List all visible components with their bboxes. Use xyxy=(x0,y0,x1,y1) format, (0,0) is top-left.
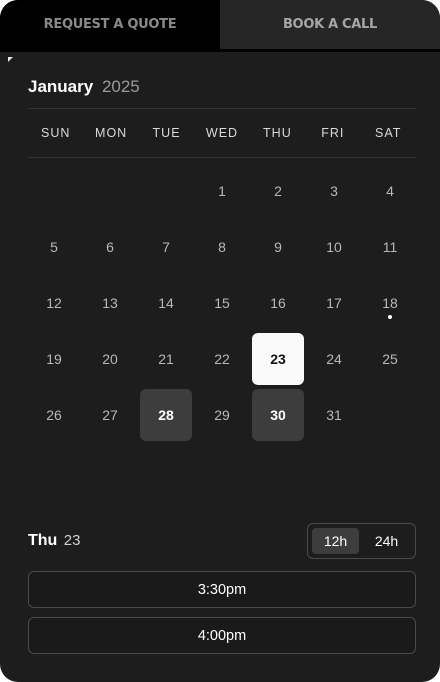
day-cell: 6 xyxy=(84,221,136,273)
toggle-24h-button[interactable]: 24h xyxy=(363,528,410,554)
day-number: 5 xyxy=(50,239,58,255)
weekday-label: SUN xyxy=(41,126,71,140)
day-number: 1 xyxy=(218,183,226,199)
tab-request-quote[interactable]: REQUEST A QUOTE xyxy=(0,0,220,49)
selected-day-button[interactable]: 23 xyxy=(252,333,304,385)
day-number: 2 xyxy=(274,183,282,199)
day-cell: 29 xyxy=(196,389,248,441)
day-number: 31 xyxy=(326,407,342,423)
day-number: 21 xyxy=(158,351,174,367)
day-cell: 8 xyxy=(196,221,248,273)
divider xyxy=(28,157,416,158)
day-cell: 21 xyxy=(140,333,192,385)
day-number: 10 xyxy=(326,239,342,255)
day-number: 22 xyxy=(214,351,230,367)
weekday-label: TUE xyxy=(152,126,181,140)
day-number: 18 xyxy=(382,295,398,311)
day-number: 23 xyxy=(270,351,286,367)
day-number: 7 xyxy=(162,239,170,255)
month-year: 2025 xyxy=(101,77,140,96)
day-number: 9 xyxy=(274,239,282,255)
toggle-12h-button[interactable]: 12h xyxy=(312,528,359,554)
day-cell: 20 xyxy=(84,333,136,385)
tab-book-call[interactable]: BOOK A CALL xyxy=(220,0,440,49)
day-number: 17 xyxy=(326,295,342,311)
day-number: 25 xyxy=(382,351,398,367)
day-cell: 22 xyxy=(196,333,248,385)
day-cell: 14 xyxy=(140,277,192,329)
day-number: 29 xyxy=(214,407,230,423)
time-slot-button[interactable]: 3:30pm xyxy=(28,571,416,608)
day-cell: 16 xyxy=(252,277,304,329)
selected-date-label: Thu 23 xyxy=(28,532,80,550)
day-number: 28 xyxy=(158,407,174,423)
weekday-label: MON xyxy=(95,126,128,140)
day-cell: 10 xyxy=(308,221,360,273)
day-cell: 26 xyxy=(28,389,80,441)
weekday-label: SAT xyxy=(375,126,402,140)
day-number: 11 xyxy=(382,239,398,255)
day-cell: 11 xyxy=(364,221,416,273)
day-cell: 17 xyxy=(308,277,360,329)
month-heading: January 2025 xyxy=(28,77,140,97)
day-number: 15 xyxy=(214,295,230,311)
day-number: 13 xyxy=(102,295,118,311)
day-cell: 1 xyxy=(196,165,248,217)
day-number: 19 xyxy=(46,351,62,367)
time-format-toggle: 12h 24h xyxy=(307,523,416,559)
day-number: 4 xyxy=(386,183,394,199)
day-cell: 24 xyxy=(308,333,360,385)
today-dot-icon xyxy=(388,315,392,319)
day-number: 12 xyxy=(46,295,62,311)
day-cell: 4 xyxy=(364,165,416,217)
divider xyxy=(28,108,416,109)
day-cell: 7 xyxy=(140,221,192,273)
available-day-button[interactable]: 30 xyxy=(252,389,304,441)
tab-bar: REQUEST A QUOTE BOOK A CALL xyxy=(0,0,440,52)
day-number: 20 xyxy=(102,351,118,367)
day-cell: 13 xyxy=(84,277,136,329)
weekday-header: SUN MON TUE WED THU FRI SAT xyxy=(28,126,416,140)
weekday-label: FRI xyxy=(321,126,345,140)
day-cell: 18 xyxy=(364,277,416,329)
day-number: 30 xyxy=(270,407,286,423)
day-number: 6 xyxy=(106,239,114,255)
day-number: 24 xyxy=(326,351,342,367)
day-cell: 15 xyxy=(196,277,248,329)
available-day-button[interactable]: 28 xyxy=(140,389,192,441)
day-cell: 9 xyxy=(252,221,304,273)
selected-weekday: Thu xyxy=(28,532,58,549)
day-cell: 5 xyxy=(28,221,80,273)
day-number: 27 xyxy=(102,407,118,423)
day-cell: 3 xyxy=(308,165,360,217)
booking-card: REQUEST A QUOTE BOOK A CALL January 2025… xyxy=(0,0,440,682)
weekday-label: THU xyxy=(263,126,292,140)
time-slot-button[interactable]: 4:00pm xyxy=(28,617,416,654)
day-cell: 27 xyxy=(84,389,136,441)
month-name: January xyxy=(28,77,94,96)
day-cell: 31 xyxy=(308,389,360,441)
day-number: 26 xyxy=(46,407,62,423)
day-number: 14 xyxy=(158,295,174,311)
calendar-grid: 1 2 3 4 5 6 7 8 9 10 11 12 13 14 15 16 17 18 19 20 21 22 23 24 2… xyxy=(28,165,420,441)
corner-marker-icon xyxy=(8,57,13,62)
day-number: 16 xyxy=(270,295,286,311)
day-cell: 19 xyxy=(28,333,80,385)
day-cell: 2 xyxy=(252,165,304,217)
day-number: 8 xyxy=(218,239,226,255)
weekday-label: WED xyxy=(205,126,239,140)
day-number: 3 xyxy=(330,183,338,199)
selected-day: 23 xyxy=(63,532,81,549)
day-cell: 12 xyxy=(28,277,80,329)
day-cell: 25 xyxy=(364,333,416,385)
